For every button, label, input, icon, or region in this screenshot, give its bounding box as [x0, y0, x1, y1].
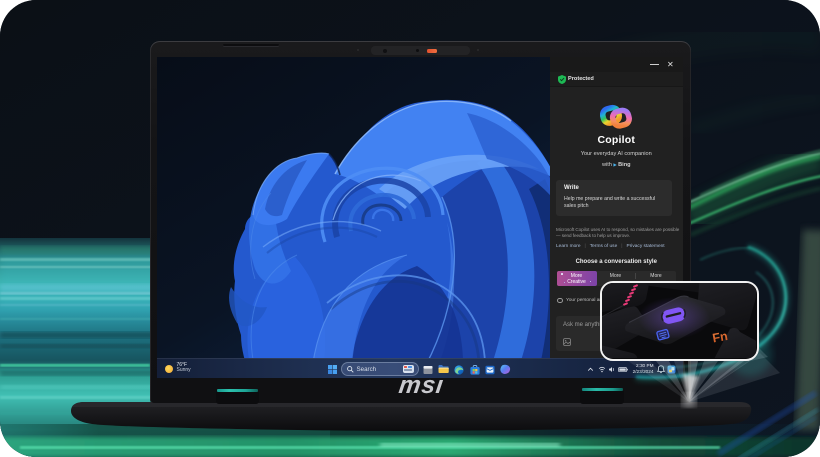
svg-text:Fn: Fn [711, 329, 728, 345]
